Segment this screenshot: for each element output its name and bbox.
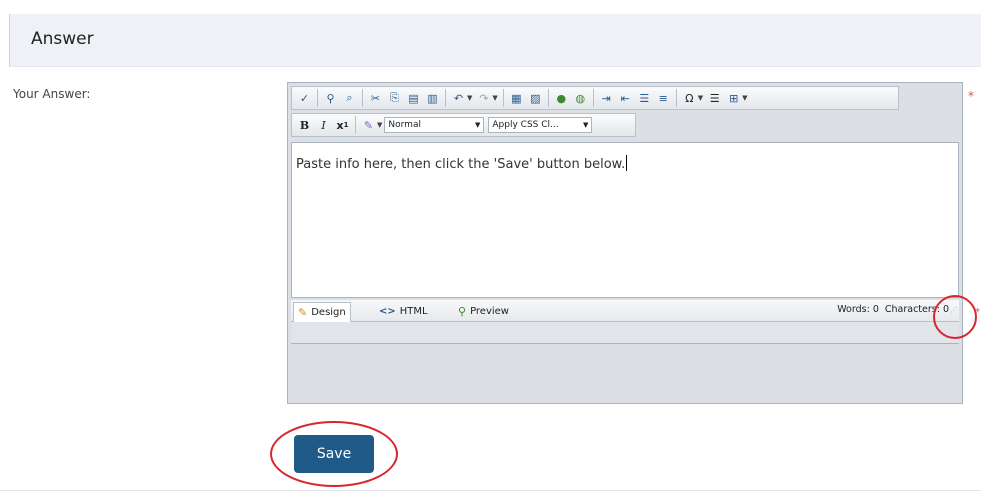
annotation-circle-resize: [933, 295, 977, 339]
editor-toolbar-format: B I x1 ✎ ▼ Normal ▼ Apply CSS Cl... ▼: [291, 113, 636, 137]
toolbar-divider: [355, 116, 356, 134]
bottom-divider: [0, 490, 981, 491]
italic-button[interactable]: I: [315, 117, 332, 134]
toolbar-divider: [445, 89, 446, 107]
paragraph-style-value: Normal: [388, 120, 421, 130]
redo-dropdown-icon[interactable]: ▼: [492, 94, 497, 102]
hyperlink-icon[interactable]: ●: [553, 90, 570, 107]
paste-text-icon[interactable]: ▥: [424, 90, 441, 107]
tab-html-label: HTML: [399, 305, 428, 317]
words-value: 0: [872, 304, 879, 315]
outdent-icon[interactable]: ⇤: [617, 90, 634, 107]
insert-image-icon[interactable]: ▨: [527, 90, 544, 107]
special-char-dropdown-icon[interactable]: ▼: [698, 94, 703, 102]
paragraph-style-select[interactable]: Normal ▼: [384, 117, 485, 133]
characters-label: Characters:: [884, 304, 940, 315]
editor-text: Paste info here, then click the 'Save' b…: [296, 157, 626, 172]
toolbar-divider: [362, 89, 363, 107]
tab-preview[interactable]: ⚲ Preview: [458, 303, 509, 319]
find-replace-icon[interactable]: ⌕: [341, 90, 358, 107]
undo-dropdown-icon[interactable]: ▼: [467, 94, 472, 102]
indent-icon[interactable]: ⇥: [598, 90, 615, 107]
toolbar-divider: [547, 89, 549, 107]
undo-icon[interactable]: ↶: [450, 90, 467, 107]
special-char-icon[interactable]: Ω: [681, 90, 698, 107]
chevron-down-icon: ▼: [475, 121, 481, 129]
tab-design-label: Design: [311, 307, 346, 318]
toolbar-divider: [317, 89, 318, 107]
tab-design[interactable]: ✎ Design: [293, 302, 351, 322]
words-label: Words:: [837, 304, 870, 315]
paste-icon[interactable]: ▤: [405, 90, 422, 107]
css-class-select[interactable]: Apply CSS Cl... ▼: [488, 117, 593, 133]
clear-format-label: x: [336, 118, 344, 132]
toolbar-divider: [675, 89, 677, 107]
toolbar-divider: [502, 89, 504, 107]
magnifier-icon: ⚲: [458, 304, 467, 318]
chevron-down-icon: ▼: [583, 121, 589, 129]
tab-html[interactable]: <> HTML: [379, 303, 428, 319]
editor-status-panel: [291, 322, 959, 343]
bullet-list-icon[interactable]: ≡: [655, 90, 672, 107]
insert-form-icon[interactable]: ⊞: [725, 90, 742, 107]
editor-content-area[interactable]: Paste info here, then click the 'Save' b…: [291, 142, 959, 298]
bold-button[interactable]: B: [296, 117, 313, 134]
rich-text-editor: ✓ ⚲ ⌕ ✂ ⎘ ▤ ▥ ↶ ▼ ↷ ▼ ▦ ▨ ● ◍ ⇥ ⇤ ☰ ≡ Ω …: [287, 82, 963, 404]
align-icon[interactable]: ☰: [706, 90, 723, 107]
format-painter-dropdown-icon[interactable]: ▼: [377, 121, 382, 129]
answer-label: Your Answer:: [13, 87, 91, 101]
required-indicator: *: [968, 89, 974, 103]
editor-divider: [291, 343, 959, 344]
tab-preview-label: Preview: [470, 305, 509, 317]
words-count: Words: 0: [837, 304, 879, 315]
spellcheck-icon[interactable]: ✓: [296, 90, 313, 107]
copy-icon[interactable]: ⎘: [386, 90, 403, 107]
image-manager-icon[interactable]: ▦: [508, 90, 525, 107]
text-caret: [626, 155, 628, 171]
editor-toolbar-main: ✓ ⚲ ⌕ ✂ ⎘ ▤ ▥ ↶ ▼ ↷ ▼ ▦ ▨ ● ◍ ⇥ ⇤ ☰ ≡ Ω …: [291, 86, 899, 110]
save-button[interactable]: Save: [294, 435, 374, 473]
remove-link-icon[interactable]: ◍: [572, 90, 589, 107]
pencil-icon: ✎: [298, 306, 308, 319]
code-icon: <>: [379, 305, 396, 317]
redo-icon[interactable]: ↷: [475, 90, 492, 107]
editor-mode-bar: ✎ Design <> HTML ⚲ Preview Words: 0 Char…: [291, 300, 959, 322]
css-class-value: Apply CSS Cl...: [492, 120, 559, 130]
clear-format-button[interactable]: x1: [334, 117, 351, 134]
insert-form-dropdown-icon[interactable]: ▼: [742, 94, 747, 102]
format-painter-icon[interactable]: ✎: [360, 117, 377, 134]
find-icon[interactable]: ⚲: [322, 90, 339, 107]
editor-content-text[interactable]: Paste info here, then click the 'Save' b…: [296, 155, 628, 172]
toolbar-divider: [592, 89, 594, 107]
section-header: Answer: [9, 14, 981, 67]
section-title: Answer: [31, 29, 94, 49]
cut-icon[interactable]: ✂: [367, 90, 384, 107]
numbered-list-icon[interactable]: ☰: [636, 90, 653, 107]
